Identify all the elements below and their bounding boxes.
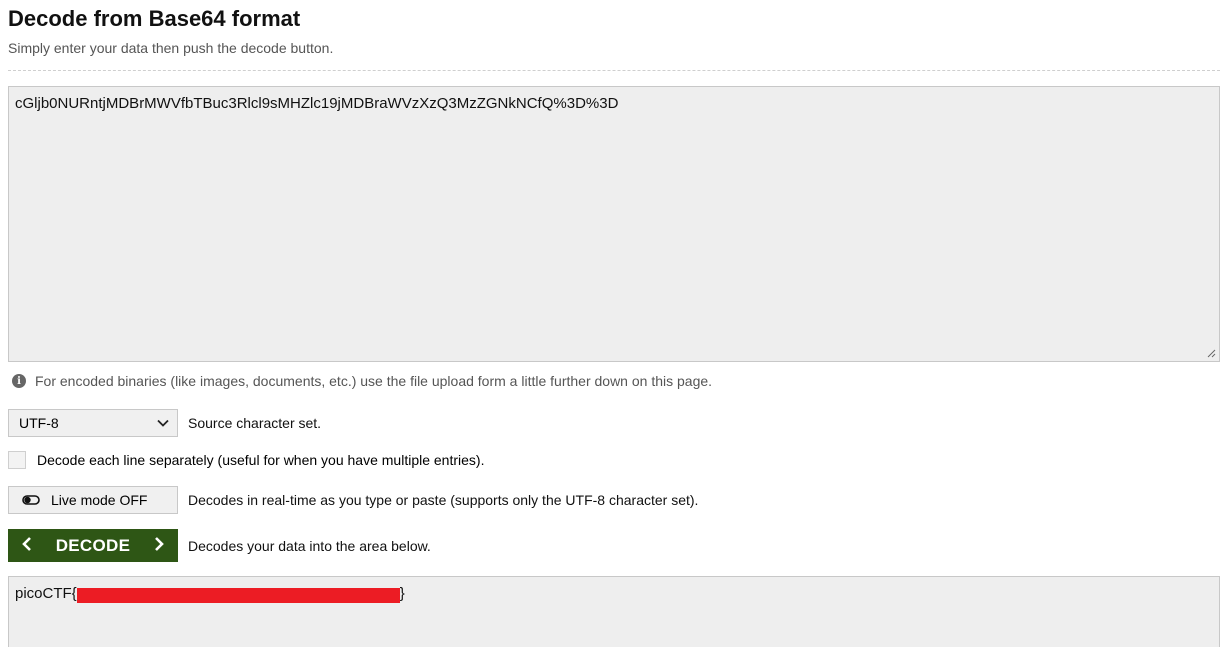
line-by-line-checkbox[interactable] [8,451,26,469]
live-mode-label: Live mode OFF [51,492,148,508]
redaction-bar [76,588,400,603]
charset-selected-value: UTF-8 [19,415,59,431]
live-mode-row: Live mode OFF Decodes in real-time as yo… [8,486,698,514]
encoded-input-textarea[interactable]: cGljb0NURntjMDBrMWVfbTBuc3Rlcl9sMHZlc19j… [8,86,1220,362]
decode-button[interactable]: DECODE [8,529,178,562]
page-subtitle: Simply enter your data then push the dec… [8,40,334,56]
decoded-output-textarea[interactable]: picoCTF{ } [8,576,1220,647]
line-by-line-option: Decode each line separately (useful for … [8,451,484,469]
file-upload-hint: i For encoded binaries (like images, doc… [12,373,712,389]
toggle-off-icon [22,495,40,505]
live-mode-description: Decodes in real-time as you type or past… [188,492,699,508]
page-title: Decode from Base64 format [8,6,301,31]
charset-row: UTF-8 Source character set. [8,409,321,437]
encoded-input-value: cGljb0NURntjMDBrMWVfbTBuc3Rlcl9sMHZlc19j… [15,95,619,112]
line-by-line-label[interactable]: Decode each line separately (useful for … [37,452,484,468]
charset-select[interactable]: UTF-8 [8,409,178,437]
decode-button-label: DECODE [55,535,131,555]
chevron-down-icon [157,419,169,427]
charset-label: Source character set. [188,415,322,431]
decoded-output-prefix: picoCTF{ [15,585,77,602]
chevron-right-icon [154,536,164,555]
decode-description: Decodes your data into the area below. [188,537,431,554]
page: Decode from Base64 format Simply enter y… [0,0,1224,647]
divider [8,70,1220,71]
chevron-left-icon [22,536,32,555]
resize-handle-icon[interactable] [1206,348,1216,358]
decoded-output-suffix: } [399,585,405,602]
decode-row: DECODE Decodes your data into the area b… [8,529,431,562]
live-mode-button[interactable]: Live mode OFF [8,486,178,514]
file-upload-hint-text: For encoded binaries (like images, docum… [35,373,713,389]
info-icon: i [12,374,26,388]
